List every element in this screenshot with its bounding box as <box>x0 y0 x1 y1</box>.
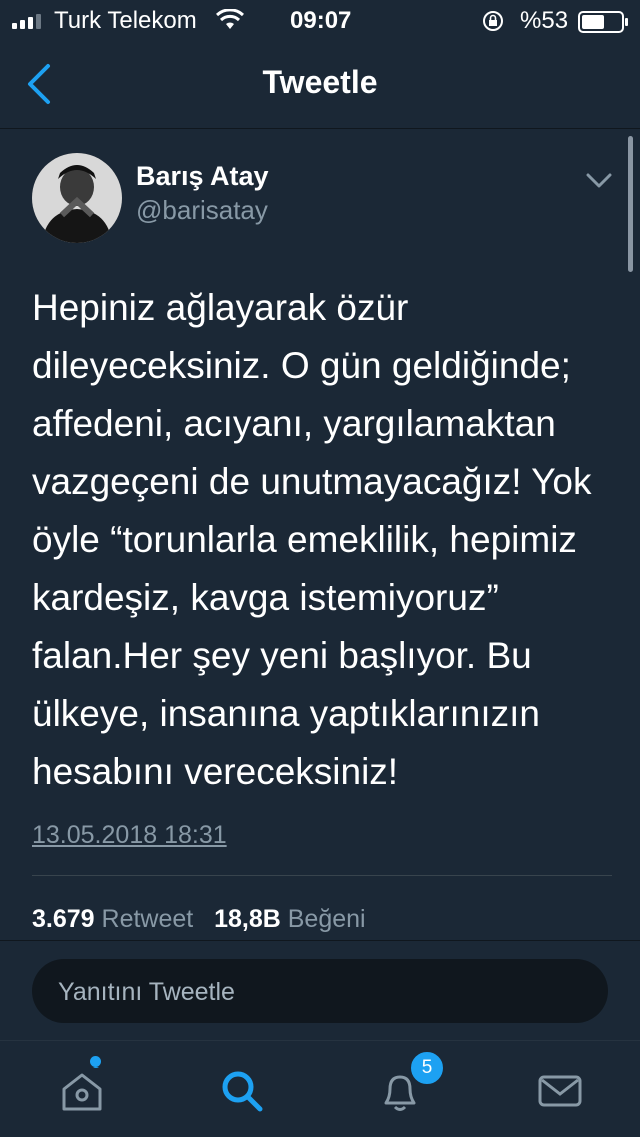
tweet-text-line: vazgeçeni de unutmayacağız! Yok <box>32 461 592 502</box>
tweet-text-line: falan.Her şey yeni başlıyor. Bu <box>32 635 532 676</box>
status-bar: Turk Telekom 09:07 %53 <box>0 0 640 42</box>
tweet-text-line: kardeşiz, kavga istemiyoruz” <box>32 577 499 618</box>
reply-placeholder: Yanıtını Tweetle <box>58 978 235 1006</box>
tweet-text-line: ülkeye, insanına yaptıklarınızın <box>32 693 541 734</box>
home-unread-dot <box>90 1056 101 1067</box>
retweet-label[interactable]: Retweet <box>102 905 194 933</box>
mail-icon[interactable] <box>536 1067 584 1115</box>
carrier-name: Turk Telekom <box>54 7 197 34</box>
chevron-down-icon[interactable] <box>586 173 612 189</box>
retweet-count[interactable]: 3.679 <box>32 905 95 933</box>
tweet-text-line: Hepiniz ağlayarak özür <box>32 287 409 328</box>
status-time: 09:07 <box>290 7 352 34</box>
tweet-stats: 3.679 Retweet 18,8B Beğeni <box>32 905 366 934</box>
author-handle[interactable]: @barisatay <box>136 195 268 226</box>
battery-percent: %53 <box>520 7 569 34</box>
tweet-text: Hepiniz ağlayarak özür dileyeceksiniz. O… <box>32 279 612 801</box>
tweet-detail: Barış Atay @barisatay Hepiniz ağlayarak … <box>0 129 640 939</box>
reply-input[interactable]: Yanıtını Tweetle <box>32 959 608 1023</box>
tweet-text-line: öyle “torunlarla emeklilik, hepimiz <box>32 519 577 560</box>
tab-bar <box>0 1040 640 1137</box>
home-icon[interactable] <box>58 1067 106 1115</box>
tweet-text-line: affedeni, acıyanı, yargılamaktan <box>32 403 556 444</box>
wifi-icon <box>216 9 244 29</box>
search-icon[interactable] <box>218 1067 266 1115</box>
like-count[interactable]: 18,8B <box>214 905 281 933</box>
tweet-text-line: hesabını vereceksiniz! <box>32 751 399 792</box>
cellular-signal-icon <box>12 14 41 29</box>
author-name[interactable]: Barış Atay <box>136 161 269 192</box>
divider <box>32 875 612 876</box>
reply-bar: Yanıtını Tweetle <box>0 940 640 1041</box>
tweet-text-line: dileyeceksiniz. O gün geldiğinde; <box>32 345 571 386</box>
navigation-bar: Tweetle <box>0 42 640 129</box>
orientation-lock-icon <box>483 11 503 31</box>
battery-icon <box>578 11 628 33</box>
avatar[interactable] <box>32 153 122 243</box>
notification-badge: 5 <box>409 1050 445 1086</box>
avatar-photo <box>32 153 122 243</box>
scrollbar[interactable] <box>628 136 633 272</box>
like-label[interactable]: Beğeni <box>288 905 366 933</box>
tweet-timestamp[interactable]: 13.05.2018 18:31 <box>32 821 227 850</box>
page-title: Tweetle <box>262 64 378 100</box>
